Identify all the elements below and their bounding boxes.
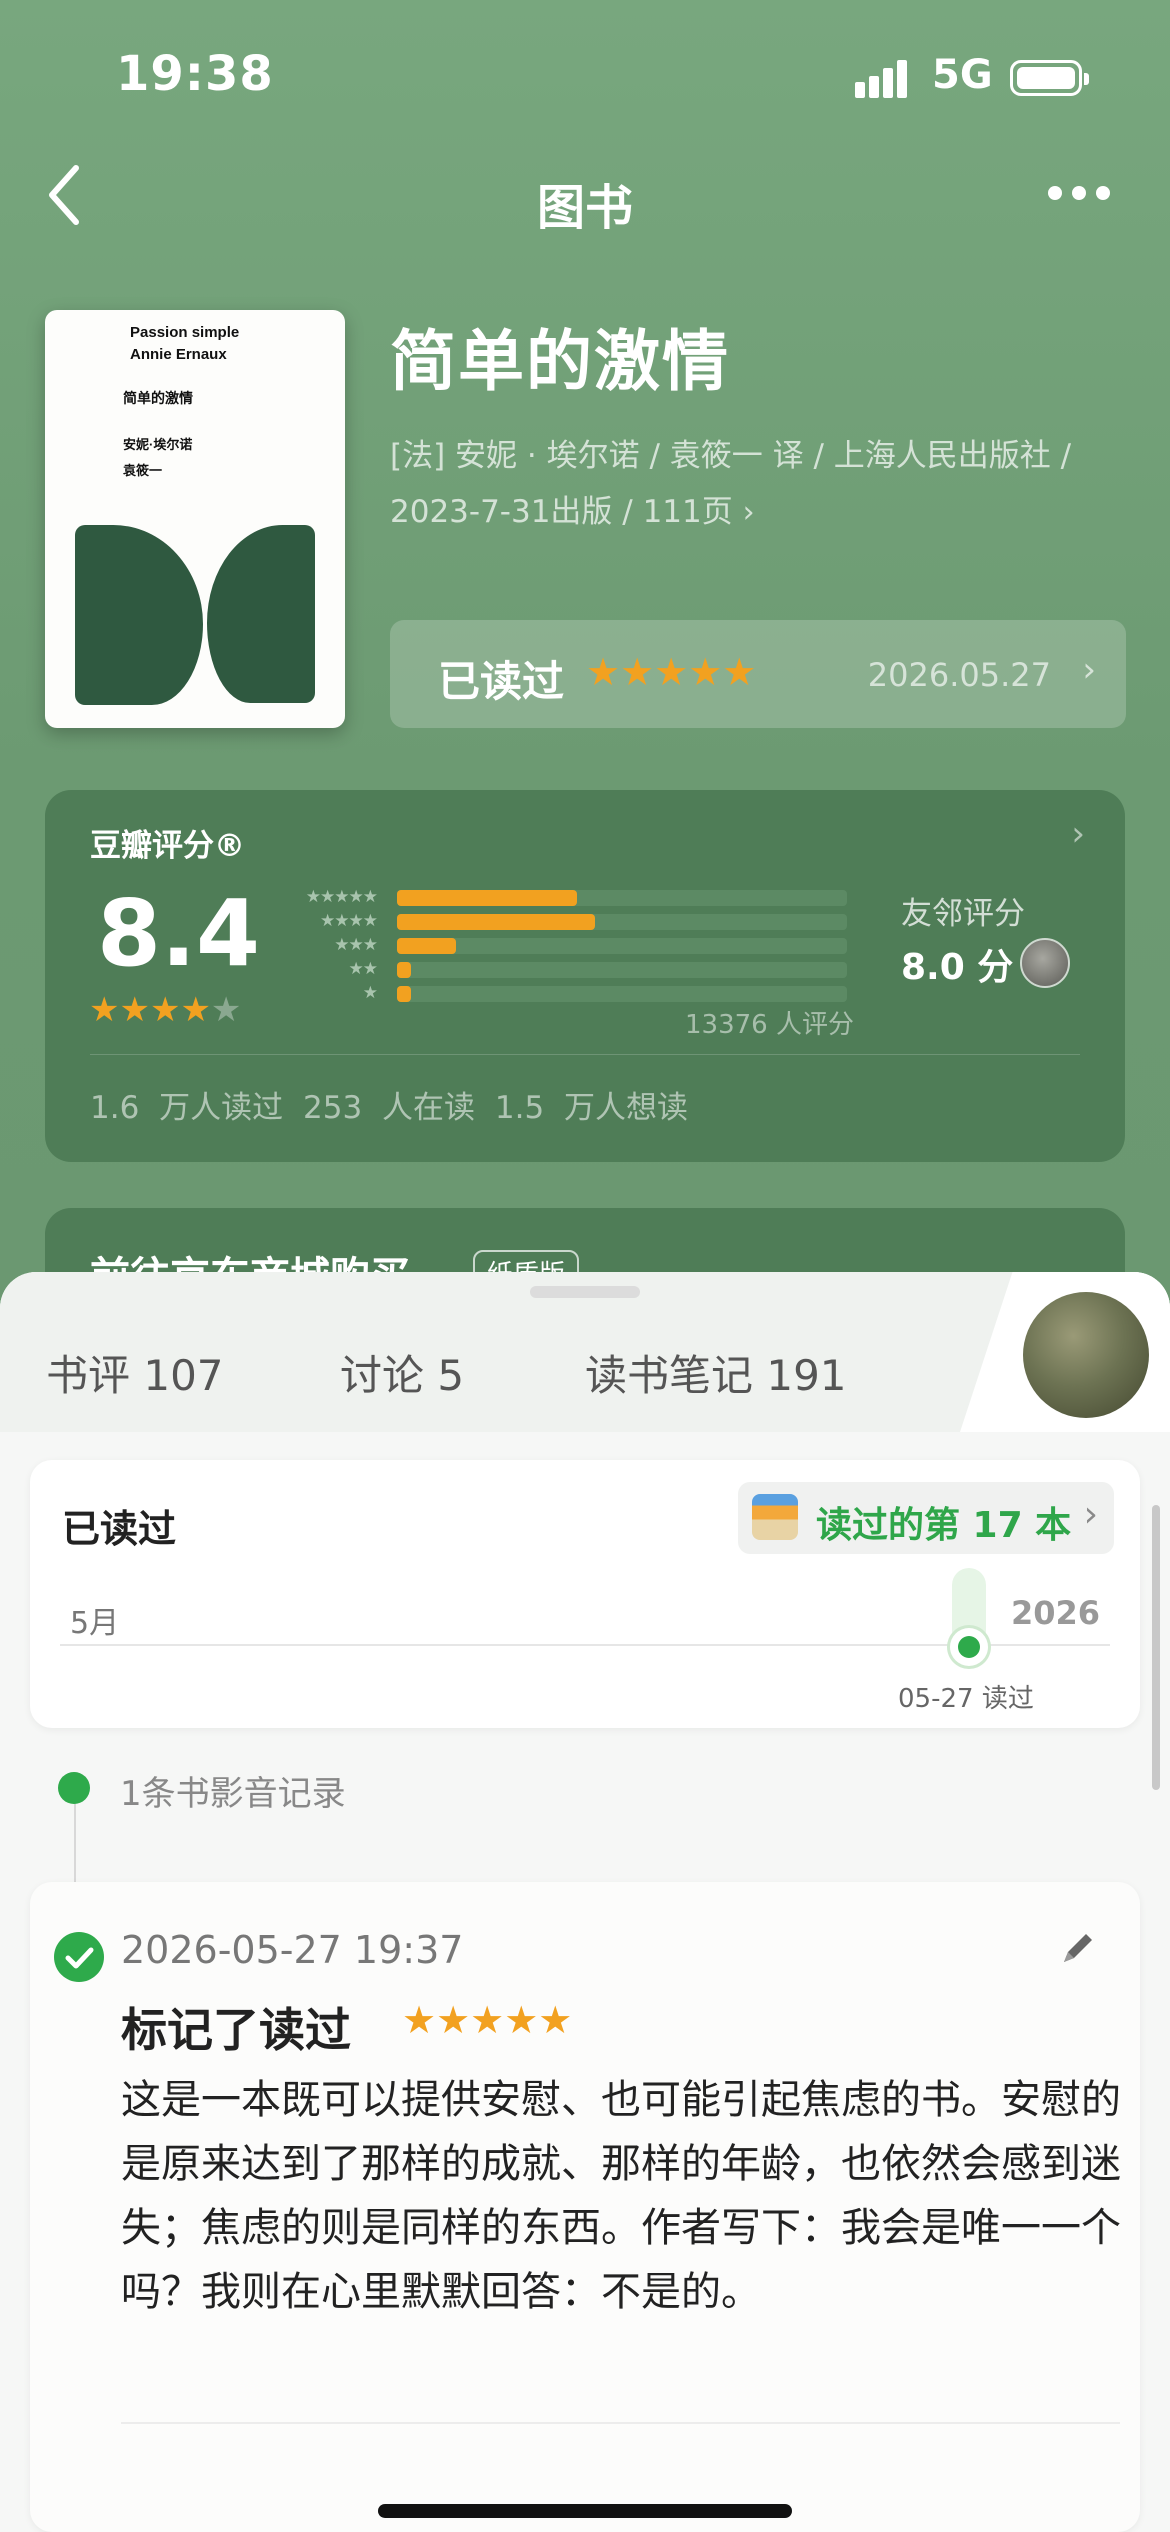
chevron-right-icon: › bbox=[1083, 1494, 1098, 1535]
timeline-marker[interactable] bbox=[950, 1628, 988, 1666]
read-date: 2026.05.27 bbox=[867, 656, 1051, 694]
sheet-drag-handle[interactable] bbox=[530, 1286, 640, 1298]
signal-icon bbox=[855, 58, 915, 98]
home-indicator[interactable] bbox=[378, 2504, 792, 2518]
cover-author-cn: 安妮·埃尔诺 bbox=[123, 437, 193, 452]
bookshelf-icon bbox=[752, 1494, 798, 1540]
chevron-right-icon: › bbox=[1071, 814, 1085, 854]
rating-label: 豆瓣评分® bbox=[90, 828, 245, 864]
bar-fill bbox=[397, 962, 411, 978]
cover-art-right bbox=[207, 525, 315, 703]
cover-art-left bbox=[75, 525, 203, 705]
book-meta-line2: 2023-7-31出版 / 111页 bbox=[390, 494, 733, 530]
record-dot bbox=[58, 1772, 90, 1804]
timeline-year: 2026 bbox=[1010, 1594, 1100, 1632]
rating-bar-row: ★★★★★ bbox=[277, 886, 847, 910]
timeline-mark-date: 05-27 读过 bbox=[898, 1684, 1034, 1714]
bar-track bbox=[397, 986, 847, 1002]
book-meta-line1: [法] 安妮 · 埃尔诺 / 袁筱一 译 / 上海人民出版社 / bbox=[390, 438, 1072, 474]
sheet-content: 已读过 读过的第 17 本 › 5月 2026 05-27 读过 1条书影音记录… bbox=[0, 1432, 1170, 2532]
reader-stats: 1.6 万人读过 253 人在读 1.5 万人想读 bbox=[90, 1090, 689, 1126]
read-count-badge[interactable]: 读过的第 17 本 › bbox=[738, 1482, 1114, 1554]
network-label: 5G bbox=[932, 52, 993, 98]
book-meta[interactable]: [法] 安妮 · 埃尔诺 / 袁筱一 译 / 上海人民出版社 / 2023-7-… bbox=[390, 428, 1120, 541]
entry-timestamp: 2026-05-27 19:37 bbox=[121, 1928, 464, 1972]
stars-filled: ★★★★ bbox=[89, 990, 211, 1030]
reading-status-label: 已读过 bbox=[62, 1507, 177, 1551]
bottom-sheet: 书评 107 讨论 5 读书笔记 191 已读过 读过的第 17 本 › 5月 … bbox=[0, 1272, 1170, 2532]
chevron-right-icon: › bbox=[742, 495, 755, 530]
bar-track bbox=[397, 962, 847, 978]
bar-fill bbox=[397, 986, 411, 1002]
tab-discussions[interactable]: 讨论 5 bbox=[340, 1342, 464, 1403]
timeline-month: 5月 bbox=[70, 1606, 120, 1641]
rating-bar-row: ★★ bbox=[277, 958, 847, 982]
bar-star-label: ★★ bbox=[348, 959, 379, 979]
edit-pencil-icon[interactable] bbox=[1056, 1926, 1100, 1970]
cover-translator: 袁筱一 bbox=[123, 463, 163, 478]
rating-distribution: ★★★★★ ★★★★ ★★★ ★★ ★ bbox=[277, 886, 847, 1006]
cover-author-en: Annie Ernaux bbox=[130, 346, 227, 363]
bar-star-label: ★★★★ bbox=[320, 911, 378, 931]
divider bbox=[121, 2422, 1120, 2424]
bar-fill bbox=[397, 890, 577, 906]
check-icon bbox=[54, 1932, 104, 1982]
entry-rating-stars: ★★★★★ bbox=[402, 1998, 573, 2042]
battery-icon bbox=[1010, 60, 1089, 96]
bar-fill bbox=[397, 938, 456, 954]
rating-count: 13376 人评分 bbox=[685, 1010, 854, 1040]
scrollbar[interactable] bbox=[1152, 1505, 1160, 1790]
rating-stars: ★★★★★ bbox=[89, 990, 241, 1030]
tab-reviews[interactable]: 书评 107 bbox=[46, 1342, 224, 1403]
rating-score: 8.4 bbox=[97, 880, 260, 987]
reading-timeline-card: 已读过 读过的第 17 本 › 5月 2026 05-27 读过 bbox=[30, 1460, 1140, 1728]
douban-rating-card[interactable]: 豆瓣评分® › 8.4 ★★★★★ ★★★★★ ★★★★ ★★★ ★★ ★ 13376 … bbox=[45, 790, 1125, 1162]
page-title: 图书 bbox=[536, 180, 633, 236]
entry-comment: 这是一本既可以提供安慰、也可能引起焦虑的书。安慰的是原来达到了那样的成就、那样的… bbox=[121, 2077, 1121, 2315]
bar-fill bbox=[397, 914, 595, 930]
stars-empty: ★ bbox=[210, 990, 242, 1030]
friend-rating-score: 8.0 分 bbox=[901, 947, 1014, 988]
bar-star-label: ★ bbox=[362, 983, 378, 1003]
bar-star-label: ★★★★★ bbox=[305, 887, 378, 907]
record-count: 1条书影音记录 bbox=[120, 1774, 346, 1814]
bar-track bbox=[397, 938, 847, 954]
status-time: 19:38 bbox=[116, 46, 274, 102]
book-cover[interactable]: Passion simple Annie Ernaux 简单的激情 安妮·埃尔诺… bbox=[45, 310, 345, 728]
friend-avatar[interactable] bbox=[1020, 938, 1070, 988]
rating-bar-row: ★★★★ bbox=[277, 910, 847, 934]
cover-title-cn: 简单的激情 bbox=[123, 390, 193, 406]
read-status-label: 已读过 bbox=[438, 657, 565, 706]
friend-rating-label: 友邻评分 bbox=[901, 896, 1025, 932]
read-status-box[interactable]: 已读过 ★★★★★ 2026.05.27 › bbox=[390, 620, 1126, 728]
divider bbox=[90, 1054, 1080, 1055]
more-icon[interactable] bbox=[1040, 186, 1120, 206]
bar-star-label: ★★★ bbox=[334, 935, 378, 955]
rating-bar-row: ★ bbox=[277, 982, 847, 1006]
cover-title-en: Passion simple bbox=[130, 324, 240, 341]
entry-title: 标记了读过 bbox=[121, 2003, 351, 2057]
book-title: 简单的激情 bbox=[390, 323, 730, 400]
chevron-right-icon: › bbox=[1082, 650, 1096, 690]
tab-notes[interactable]: 读书笔记 191 bbox=[585, 1342, 847, 1403]
rating-bar-row: ★★★ bbox=[277, 934, 847, 958]
read-rating-stars: ★★★★★ bbox=[586, 650, 757, 694]
record-entry-card[interactable]: 2026-05-27 19:37 标记了读过 ★★★★★ 这是一本既可以提供安慰… bbox=[30, 1882, 1140, 2532]
user-avatar[interactable] bbox=[1023, 1292, 1149, 1418]
read-count-text: 读过的第 17 本 bbox=[816, 1505, 1072, 1546]
